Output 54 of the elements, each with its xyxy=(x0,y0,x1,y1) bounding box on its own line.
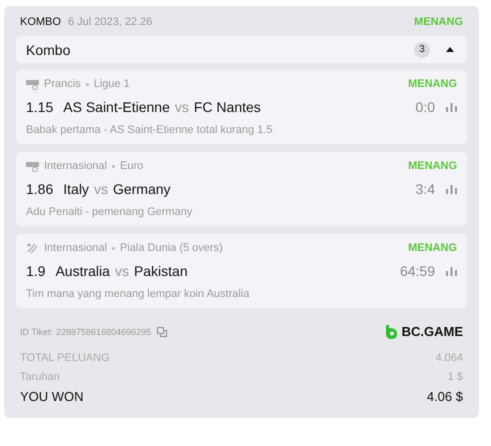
match-country: Prancis xyxy=(44,78,81,90)
summary-value: 4.06 $ xyxy=(426,389,463,404)
summary-label: Taruhan xyxy=(20,371,60,383)
versus-label: vs xyxy=(174,99,189,115)
match-score: 0:0 xyxy=(416,99,435,115)
summary-value: 1 $ xyxy=(448,371,463,383)
cricket-icon xyxy=(26,242,39,254)
stats-icon[interactable] xyxy=(446,102,457,112)
ticket-id: 2288758616804696295 xyxy=(56,326,152,336)
away-team: Germany xyxy=(112,181,171,197)
collapse-caret-icon[interactable] xyxy=(446,47,454,52)
match-country: Internasional xyxy=(44,242,107,254)
match-status: MENANG xyxy=(408,242,457,254)
match-score: 64:59 xyxy=(400,263,435,279)
bet-date: 6 Jul 2023, 22.26 xyxy=(68,16,152,28)
bet-type: KOMBO xyxy=(20,16,61,28)
market-description: Adu Penalti - pemenang Germany xyxy=(26,206,194,218)
match-odds: 1.86 xyxy=(26,181,54,197)
copy-icon[interactable] xyxy=(157,326,168,336)
match-league: Euro xyxy=(120,160,144,172)
market-description: Tim mana yang menang lempar koin Australia xyxy=(26,288,250,300)
match-odds: 1.9 xyxy=(26,263,46,279)
league-logo-icon xyxy=(26,160,39,172)
league-logo-icon xyxy=(26,78,39,90)
brand-name: BC.GAME xyxy=(402,324,463,339)
home-team: Australia xyxy=(55,263,110,279)
match-odds: 1.15 xyxy=(26,99,54,115)
match-score: 3:4 xyxy=(416,181,435,197)
match-country: Internasional xyxy=(44,160,107,172)
separator-dot-icon xyxy=(112,164,115,168)
stats-icon[interactable] xyxy=(446,184,457,194)
combo-title: Kombo xyxy=(26,42,70,58)
away-team: FC Nantes xyxy=(194,99,261,115)
versus-label: vs xyxy=(94,181,108,197)
home-team: AS Saint-Etienne xyxy=(63,99,170,115)
separator-dot-icon xyxy=(86,82,89,86)
selection-count: 3 xyxy=(414,42,430,58)
match-league: Ligue 1 xyxy=(94,78,130,90)
summary-value: 4.064 xyxy=(435,352,463,364)
summary-label: TOTAL PELUANG xyxy=(20,352,110,364)
match-status: MENANG xyxy=(408,78,457,90)
away-team: Pakistan xyxy=(134,263,188,279)
ticket-label: ID Tiket: xyxy=(20,326,54,336)
home-team: Italy xyxy=(63,181,89,197)
stats-icon[interactable] xyxy=(446,266,457,276)
brand-logo-icon xyxy=(384,324,398,338)
market-description: Babak pertama - AS Saint-Etienne total kurang 1.5 xyxy=(26,124,274,136)
separator-dot-icon xyxy=(112,246,115,250)
combo-header[interactable]: Kombo 3 xyxy=(16,36,467,63)
match-status: MENANG xyxy=(408,160,457,172)
bet-status: MENANG xyxy=(414,16,463,28)
match-league: Piala Dunia (5 overs) xyxy=(120,242,223,254)
summary-label: YOU WON xyxy=(20,389,84,404)
versus-label: vs xyxy=(114,263,129,279)
